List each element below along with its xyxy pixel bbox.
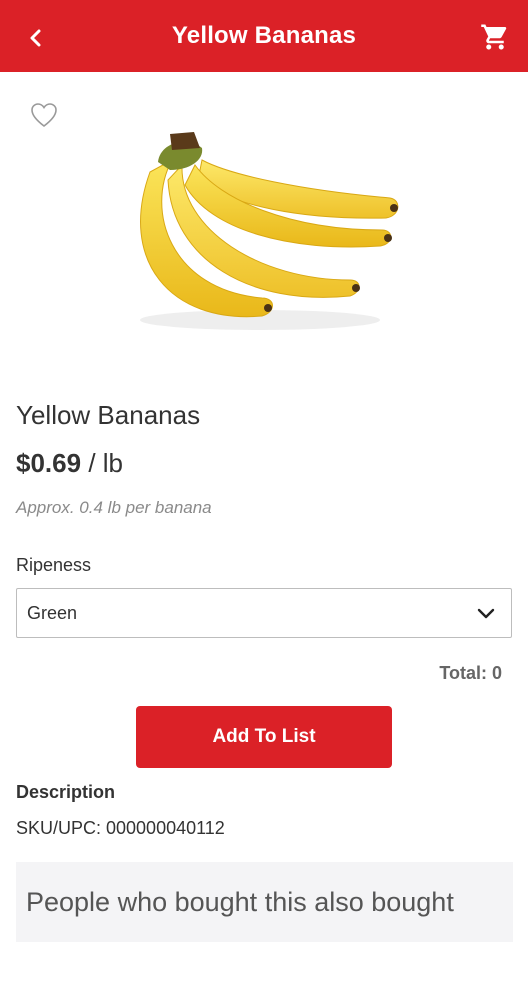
app-header: Yellow Bananas bbox=[0, 0, 528, 72]
price-unit: / lb bbox=[88, 448, 123, 478]
page-title: Yellow Bananas bbox=[171, 22, 357, 49]
product-name: Yellow Bananas bbox=[16, 400, 201, 430]
add-to-list-button[interactable]: Add To List bbox=[136, 706, 392, 768]
ripeness-label: Ripeness bbox=[16, 555, 92, 575]
cart-button[interactable] bbox=[476, 18, 514, 56]
sku-text: SKU/UPC: 000000040112 bbox=[16, 818, 225, 838]
approx-weight-note: Approx. 0.4 lb per banana bbox=[16, 498, 212, 517]
ripeness-selected-value: Green bbox=[27, 602, 78, 623]
heart-outline-icon bbox=[31, 103, 57, 128]
price-row: $0.69 / lb bbox=[16, 448, 123, 479]
cart-icon bbox=[481, 24, 507, 50]
description-heading: Description bbox=[16, 782, 116, 802]
chevron-down-icon bbox=[475, 603, 497, 625]
product-price: $0.69 bbox=[16, 448, 82, 478]
total-label: Total: 0 bbox=[439, 663, 502, 683]
favorite-button[interactable] bbox=[28, 100, 60, 130]
also-bought-heading: People who bought this also bought bbox=[26, 886, 454, 917]
product-image bbox=[140, 132, 399, 330]
also-bought-section: People who bought this also bought bbox=[16, 862, 513, 942]
ripeness-select[interactable]: Green bbox=[16, 588, 512, 638]
